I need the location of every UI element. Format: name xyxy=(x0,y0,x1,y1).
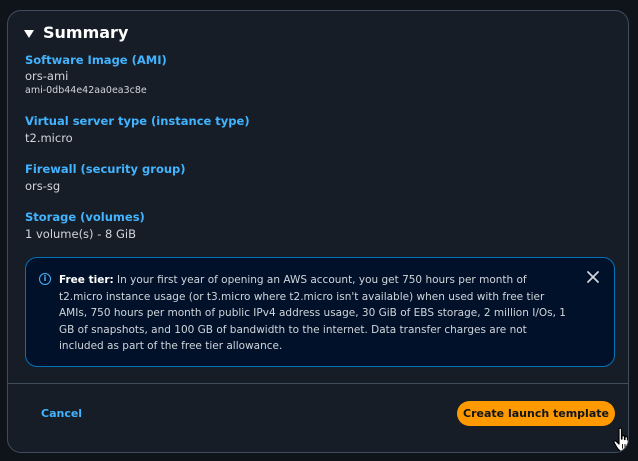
section-storage: Storage (volumes) 1 volume(s) - 8 GiB xyxy=(25,210,145,242)
section-ami: Software Image (AMI) ors-ami ami-0db44e4… xyxy=(25,53,167,97)
section-label: Firewall (security group) xyxy=(25,162,186,176)
cancel-button[interactable]: Cancel xyxy=(41,407,82,421)
footer-divider xyxy=(8,383,628,384)
alert-heading: Free tier: xyxy=(59,274,114,286)
section-value: t2.micro xyxy=(25,131,73,145)
summary-title: Summary xyxy=(43,23,129,42)
section-label: Software Image (AMI) xyxy=(25,53,167,67)
section-instance-type: Virtual server type (instance type) t2.m… xyxy=(25,114,250,146)
summary-header[interactable]: Summary xyxy=(24,22,128,44)
section-security-group: Firewall (security group) ors-sg xyxy=(25,162,186,194)
section-value: ors-sg xyxy=(25,179,61,193)
caret-down-icon[interactable] xyxy=(24,29,34,38)
section-label: Storage (volumes) xyxy=(25,210,145,224)
close-icon[interactable] xyxy=(586,270,600,284)
section-value: ors-ami xyxy=(25,69,69,83)
ami-id: ami-0db44e42aa0ea3c8e xyxy=(25,85,147,96)
section-value: 1 volume(s) - 8 GiB xyxy=(25,227,136,241)
free-tier-alert: i Free tier: In your first year of openi… xyxy=(25,257,615,367)
create-launch-template-button[interactable]: Create launch template xyxy=(457,401,615,426)
alert-body: In your first year of opening an AWS acc… xyxy=(59,274,566,352)
summary-panel: Summary Software Image (AMI) ors-ami ami… xyxy=(7,10,629,453)
section-label: Virtual server type (instance type) xyxy=(25,114,250,128)
alert-message: Free tier: In your first year of opening… xyxy=(59,272,569,355)
info-icon: i xyxy=(39,273,51,285)
hand-cursor-icon xyxy=(613,427,628,452)
